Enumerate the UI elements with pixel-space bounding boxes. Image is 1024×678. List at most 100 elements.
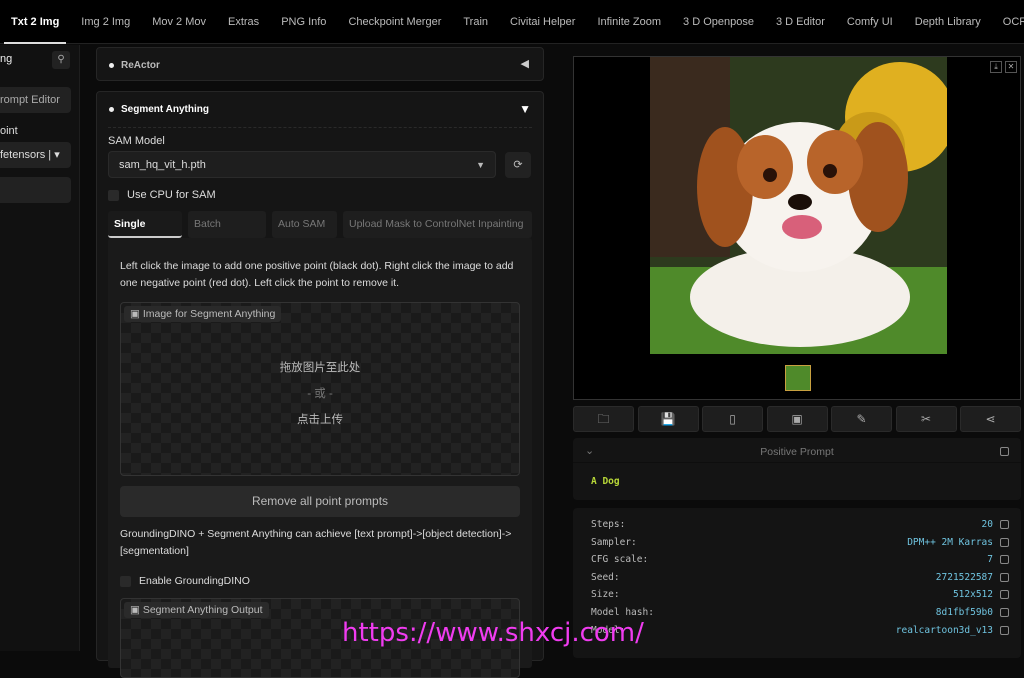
tab-civitai-helper[interactable]: Civitai Helper xyxy=(499,0,586,44)
image-button[interactable]: ▣ xyxy=(766,406,828,432)
sam-model-select[interactable]: sam_hq_vit_h.pth ▼ xyxy=(108,151,496,178)
drop-text: 拖放图片至此处 xyxy=(279,362,361,374)
tab-3-d-openpose[interactable]: 3 D Openpose xyxy=(672,0,765,44)
sam-model-value: sam_hq_vit_h.pth xyxy=(119,159,206,171)
tab-checkpoint-merger[interactable]: Checkpoint Merger xyxy=(337,0,452,44)
tab-train[interactable]: Train xyxy=(452,0,499,44)
param-row: Size: 512x512 xyxy=(591,586,1009,603)
pin-icon[interactable]: ⚲ xyxy=(52,51,70,69)
reactor-accordion[interactable]: ReActor ◀ xyxy=(96,47,544,81)
zip-icon: ▯ xyxy=(729,412,736,426)
tab-comfy-ui[interactable]: Comfy UI xyxy=(836,0,904,44)
folder-icon: 🗀 xyxy=(597,412,610,426)
param-row: Model: realcartoon3d_v13 xyxy=(591,622,1009,639)
sam-model-label: SAM Model xyxy=(108,135,165,147)
param-value: 20 xyxy=(981,519,993,530)
sidebar-title: ng xyxy=(0,53,13,65)
folder-button[interactable]: 🗀 xyxy=(573,406,634,432)
tab-auto-sam[interactable]: Auto SAM xyxy=(272,211,337,238)
upload-text: 点击上传 xyxy=(297,414,343,426)
positive-prompt-label: Positive Prompt xyxy=(760,446,834,458)
grounding-info-text: GroundingDINO + Segment Anything can ach… xyxy=(120,528,512,557)
param-key: Model hash: xyxy=(591,607,654,618)
tools-icon: ✂ xyxy=(920,412,932,426)
param-row: Steps: 20 xyxy=(591,516,1009,533)
param-value: 512x512 xyxy=(952,589,993,601)
save-icon: 💾 xyxy=(660,412,676,426)
extensions-panel: ReActor ◀ Segment Anything ▼ SAM Model s… xyxy=(88,45,558,678)
generated-dog-image[interactable] xyxy=(650,57,947,354)
copy-icon[interactable] xyxy=(1000,625,1009,635)
prompt-editor-button[interactable]: rompt Editor xyxy=(0,87,71,113)
tab-infinite-zoom[interactable]: Infinite Zoom xyxy=(586,0,672,44)
param-key: Steps: xyxy=(591,519,626,530)
tab-upload-mask[interactable]: Upload Mask to ControlNet Inpainting xyxy=(343,211,532,238)
copy-icon[interactable] xyxy=(1000,590,1009,600)
copy-icon[interactable] xyxy=(1000,572,1009,582)
tab-depth-library[interactable]: Depth Library xyxy=(904,0,992,44)
watermark: https://www.shxcj.com/ xyxy=(342,618,644,648)
tab-img-2-img[interactable]: Img 2 Img xyxy=(70,0,141,44)
param-row: Seed: 2721522587 xyxy=(591,569,1009,586)
tab-single-image[interactable]: Single Image xyxy=(108,211,182,257)
positive-prompt-text: A Dog xyxy=(591,476,620,487)
download-icon[interactable]: ⤓ xyxy=(990,61,1002,73)
positive-prompt-panel: ⌄ Positive Prompt A Dog xyxy=(573,438,1021,500)
image-upload-dropzone[interactable]: ▣ Image for Segment Anything 拖放图片至此处 - 或… xyxy=(120,302,520,476)
use-cpu-checkbox[interactable] xyxy=(108,190,119,201)
copy-icon[interactable] xyxy=(1000,537,1009,547)
save-button[interactable]: 💾 xyxy=(637,406,699,432)
share-icon: ⋖ xyxy=(985,412,996,426)
output-label: ▣ Segment Anything Output xyxy=(124,602,269,618)
tab-3-d-editor[interactable]: 3 D Editor xyxy=(765,0,836,44)
tools-button[interactable]: ✂ xyxy=(895,406,957,432)
segment-anything-accordion: Segment Anything ▼ SAM Model sam_hq_vit_… xyxy=(96,91,544,678)
tab-batch-process[interactable]: Batch Process xyxy=(188,211,266,257)
or-text: - 或 - xyxy=(307,388,333,400)
tab-ocr[interactable]: OCR xyxy=(992,0,1024,44)
sidebar-field[interactable] xyxy=(0,177,71,203)
reactor-title: ReActor xyxy=(109,60,160,71)
remove-point-prompts-button[interactable]: Remove all point prompts xyxy=(120,486,520,517)
instructions-text: Left click the image to add one positive… xyxy=(120,260,514,289)
param-row: Sampler: DPM++ 2M Karras xyxy=(591,534,1009,551)
use-cpu-label: Use CPU for SAM xyxy=(127,189,216,201)
param-row: Model hash: 8d1fbf59b0 xyxy=(591,604,1009,621)
sam-title[interactable]: Segment Anything xyxy=(109,104,209,115)
top-nav: Txt 2 Img Img 2 Img Mov 2 Mov Extras PNG Inf… xyxy=(0,0,1024,44)
param-key: Seed: xyxy=(591,571,620,583)
param-value: realcartoon3d_v13 xyxy=(895,624,993,636)
image-gallery: ⤓ ✕ xyxy=(573,56,1021,400)
param-key: Size: xyxy=(591,589,620,601)
brush-button[interactable]: ✎ xyxy=(831,406,892,432)
copy-icon[interactable] xyxy=(1000,555,1009,565)
checkpoint-select[interactable]: fetensors | ▾ xyxy=(0,142,71,168)
close-icon[interactable]: ✕ xyxy=(1005,61,1017,73)
param-row: CFG scale: 7 xyxy=(591,551,1009,568)
param-key: Sampler: xyxy=(591,536,637,548)
collapse-left-icon[interactable]: ◀ xyxy=(521,57,529,70)
refresh-icon[interactable]: ⟳ xyxy=(505,152,531,178)
gallery-thumbnail[interactable] xyxy=(785,365,811,391)
param-key: CFG scale: xyxy=(591,554,649,566)
expand-down-icon[interactable]: ▼ xyxy=(519,102,531,116)
image-icon: ▣ xyxy=(791,412,803,426)
copy-icon[interactable] xyxy=(1000,520,1009,529)
checkpoint-label: oint xyxy=(0,125,18,137)
param-value: DPM++ 2M Karras xyxy=(907,536,993,548)
tab-png-info[interactable]: PNG Info xyxy=(270,0,337,44)
enable-grounding-checkbox[interactable] xyxy=(120,576,131,587)
zip-button[interactable]: ▯ xyxy=(702,406,763,432)
copy-icon[interactable] xyxy=(1000,608,1009,617)
param-value: 8d1fbf59b0 xyxy=(935,607,993,618)
sidebar: ng ⚲ rompt Editor oint fetensors | ▾ xyxy=(0,45,80,651)
checkpoint-value: fetensors | xyxy=(0,149,52,161)
share-button[interactable]: ⋖ xyxy=(960,406,1021,432)
brush-icon: ✎ xyxy=(856,412,867,426)
tab-txt-2-img[interactable]: Txt 2 Img xyxy=(0,0,70,44)
copy-icon[interactable] xyxy=(1000,447,1009,456)
param-value: 7 xyxy=(987,554,993,566)
image-label: ▣ Image for Segment Anything xyxy=(124,306,282,322)
tab-extras[interactable]: Extras xyxy=(217,0,270,44)
tab-mov-2-mov[interactable]: Mov 2 Mov xyxy=(141,0,217,44)
